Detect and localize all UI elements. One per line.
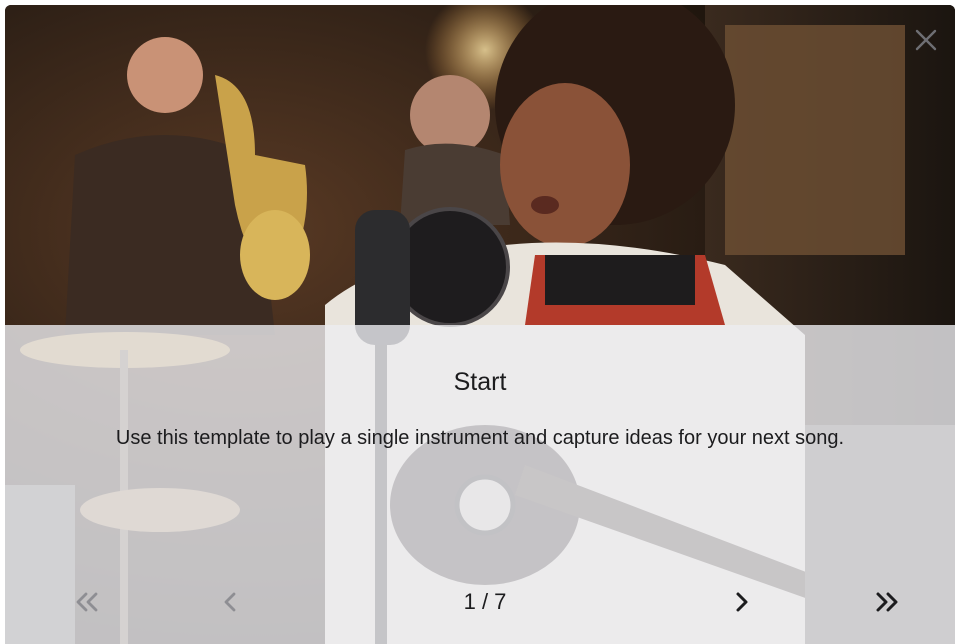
double-chevron-right-icon bbox=[876, 592, 898, 612]
onboarding-dialog: Start Use this template to play a single… bbox=[5, 5, 955, 644]
slide-description: Use this template to play a single instr… bbox=[115, 427, 845, 449]
slide-title: Start bbox=[453, 368, 507, 396]
double-chevron-left-icon bbox=[76, 592, 98, 612]
next-slide-button[interactable] bbox=[727, 585, 757, 619]
close-button[interactable] bbox=[913, 27, 939, 53]
previous-slide-button[interactable] bbox=[215, 585, 245, 619]
chevron-left-icon bbox=[224, 592, 236, 612]
last-slide-button[interactable] bbox=[867, 585, 907, 619]
slide-caption-panel: Start Use this template to play a single… bbox=[5, 325, 955, 644]
chevron-right-icon bbox=[736, 592, 748, 612]
first-slide-button[interactable] bbox=[67, 585, 107, 619]
slide-counter: 1 / 7 bbox=[463, 589, 507, 614]
close-icon bbox=[915, 29, 937, 51]
